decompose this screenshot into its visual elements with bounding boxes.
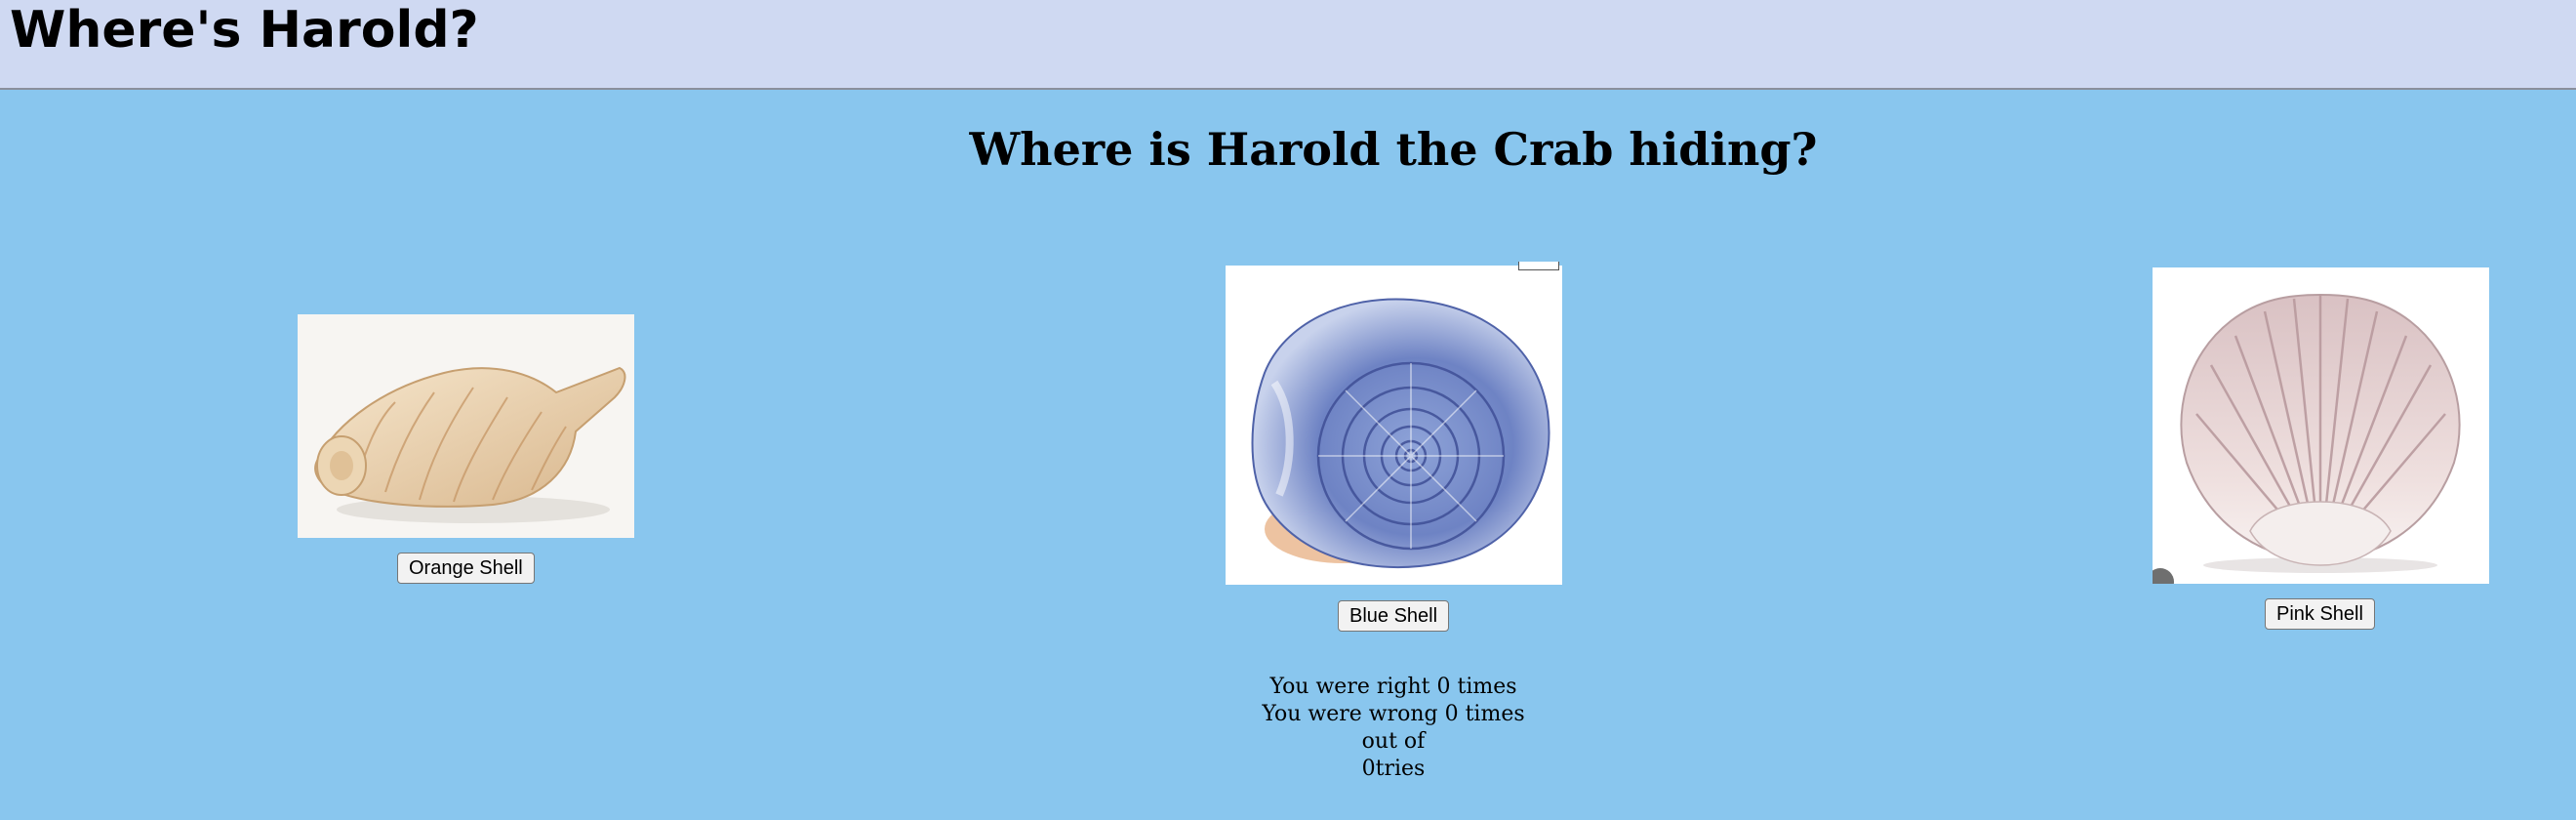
pink-shell-button[interactable]: Pink Shell	[2265, 598, 2375, 630]
blue-shell-button[interactable]: Blue Shell	[1338, 600, 1450, 632]
image-corner-widget	[1518, 262, 1559, 270]
orange-shell-button[interactable]: Orange Shell	[397, 553, 535, 584]
orange-shell-icon	[314, 366, 626, 523]
pink-shell-icon	[2153, 293, 2461, 584]
tries-count-text: 0tries	[1361, 757, 1426, 781]
header-bar: Where's Harold?	[0, 0, 2576, 90]
wrong-count-text: You were wrong 0 times	[1262, 702, 1525, 726]
app-title: Where's Harold?	[10, 1, 479, 60]
score-panel: You were right 0 times You were wrong 0 …	[1149, 674, 1637, 783]
game-question: Where is Harold the Crab hiding?	[969, 123, 1818, 176]
blue-shell-image[interactable]	[1226, 266, 1562, 585]
pink-shell-image[interactable]	[2153, 267, 2489, 584]
shell-card-blue: Blue Shell	[1226, 266, 1562, 636]
right-count-text: You were right 0 times	[1269, 675, 1517, 699]
shell-card-orange: Orange Shell	[298, 314, 634, 588]
blue-shell-icon	[1251, 298, 1550, 569]
shell-card-pink: Pink Shell	[2153, 267, 2489, 638]
out-of-text: out of	[1361, 729, 1426, 754]
orange-shell-image[interactable]	[298, 314, 634, 538]
